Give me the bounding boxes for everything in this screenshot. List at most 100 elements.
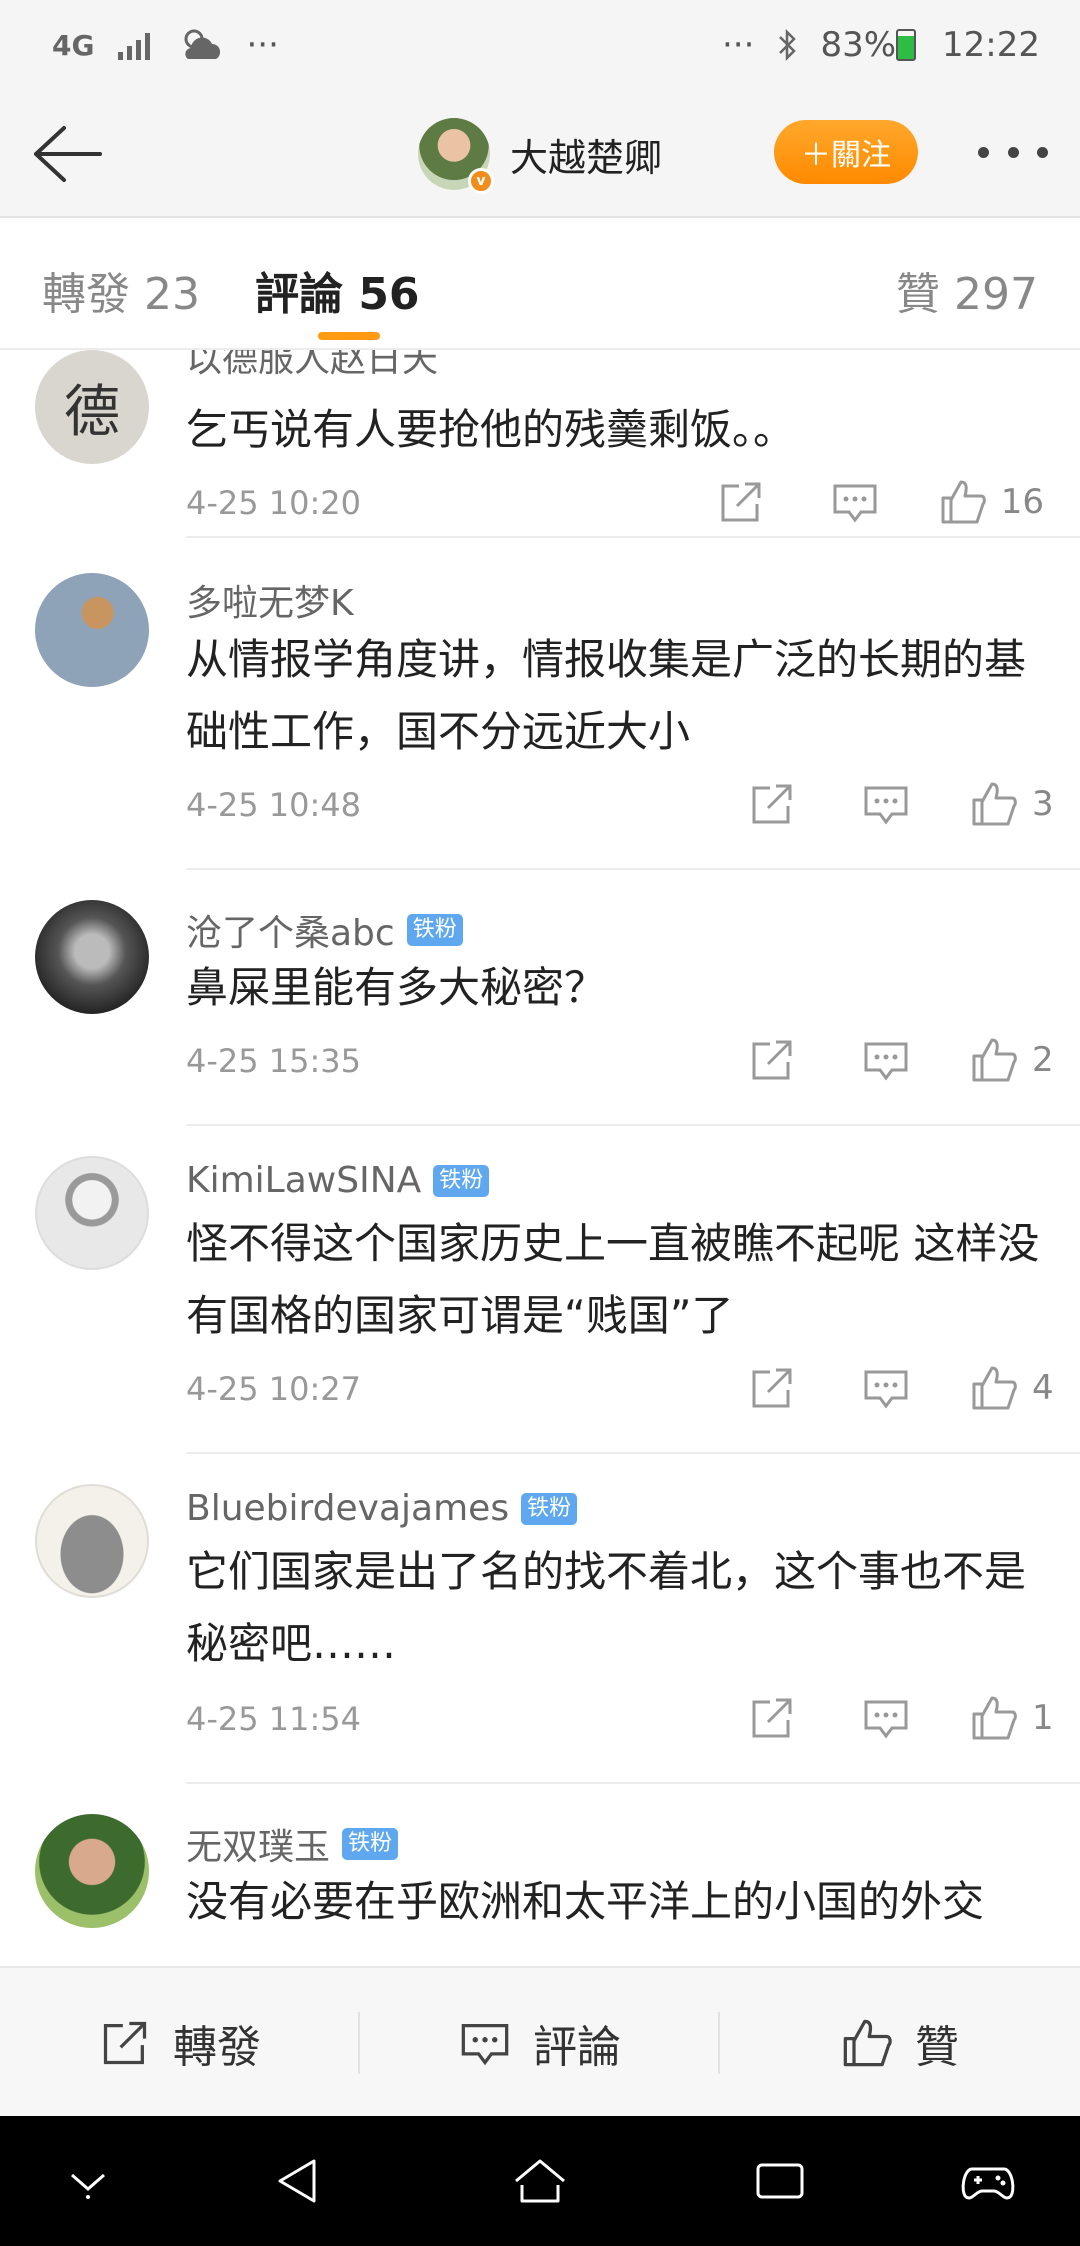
thumbs-up-icon [972,1696,1017,1740]
comment-author[interactable]: Bluebirdevajames 铁粉 [186,1488,578,1529]
repost-icon[interactable] [748,1364,796,1412]
like-button[interactable]: 16 [939,478,1044,526]
clock: 12:22 [942,25,1040,65]
comment-text: 乞丐说有人要抢他的残羹剩饭。。 [186,405,796,454]
status-right: ··· 83% 12:22 [722,25,1040,65]
comment-actions: 2 [682,1036,1056,1084]
tab-likes[interactable]: 贊 297 [896,258,1038,322]
recent-apps-icon[interactable] [750,2151,810,2211]
comment-text: 鼻屎里能有多大秘密？ [186,963,607,1012]
comment-avatar[interactable] [35,573,149,687]
like-count: 3 [1032,784,1054,824]
more-options-icon[interactable] [978,132,1048,172]
header-username[interactable]: 大越楚卿 [510,127,662,182]
comment-avatar[interactable] [35,900,149,1014]
like-button[interactable]: 4 [970,1364,1056,1412]
comment-avatar[interactable] [35,1156,149,1270]
fan-badge: 铁粉 [433,1164,490,1197]
comment-author[interactable]: KimiLawSINA 铁粉 [186,1160,490,1201]
comment-time: 4-25 10:27 [186,1370,362,1408]
like-count: 16 [1000,482,1044,522]
fan-badge: 铁粉 [406,914,463,946]
verified-icon: v [468,168,494,194]
comment-time: 4-25 10:20 [186,484,362,522]
thumbs-up-icon [972,782,1017,826]
bottom-action-bar: 轉發 評論 贊 [0,1966,1080,2116]
active-tab-indicator [318,332,380,340]
battery-indicator: 83% [820,25,920,65]
reply-icon[interactable] [831,478,879,526]
comment-author[interactable]: 多啦无梦K [186,574,354,626]
comment-divider [186,536,1080,538]
like-count: 1 [1032,1698,1054,1738]
thumbs-up-icon [972,1038,1017,1082]
like-count: 2 [1032,1040,1054,1080]
signal-icon [118,33,151,60]
comment-item: Bluebirdevajames 铁粉 它们国家是出了名的找不着北，这个事也不是… [0,1454,1080,1784]
like-button[interactable]: 3 [970,780,1056,828]
comment-text: 它们国家是出了名的找不着北，这个事也不是秘密吧…… [186,1547,1027,1668]
like-button[interactable]: 2 [970,1036,1056,1084]
follow-button[interactable]: ＋關注 [774,120,918,184]
repost-button[interactable]: 轉發 [0,1968,360,2118]
back-icon[interactable] [270,2151,330,2211]
like-button[interactable]: 1 [970,1694,1056,1742]
comment-avatar[interactable] [35,1814,149,1928]
status-bar: 4G ··· ··· 83% 12:22 [0,0,1080,90]
comment-author[interactable]: 以德服人赵日天 [186,350,438,382]
comment-avatar[interactable]: 德 [35,350,149,464]
repost-icon[interactable] [748,1036,796,1084]
back-arrow-icon[interactable] [28,122,104,186]
fan-badge: 铁粉 [521,1492,578,1525]
reply-icon[interactable] [862,780,910,828]
author-name[interactable]: KimiLawSINA [186,1160,421,1201]
repost-icon[interactable] [717,478,765,526]
comment-actions: 4 [682,1364,1056,1412]
tab-reposts[interactable]: 轉發 23 [42,258,200,322]
comment-button[interactable]: 評論 [360,1968,720,2118]
repost-icon[interactable] [748,1694,796,1742]
author-name[interactable]: 沧了个桑abc [186,904,395,956]
author-name[interactable]: 无双璞玉 [186,1818,330,1870]
comment-time: 4-25 15:35 [186,1042,362,1080]
comment-item: 沧了个桑abc 铁粉 鼻屎里能有多大秘密？ 4-25 15:35 2 [0,870,1080,1126]
author-name[interactable]: 多啦无梦K [186,574,354,626]
comment-time: 4-25 10:48 [186,786,362,824]
author-name[interactable]: Bluebirdevajames [186,1488,509,1529]
author-name[interactable]: 以德服人赵日天 [186,350,438,382]
comment-author[interactable]: 沧了个桑abc 铁粉 [186,904,463,956]
comment-actions: 1 [682,1694,1056,1742]
comment-time: 4-25 11:54 [186,1700,362,1738]
repost-icon[interactable] [748,780,796,828]
repost-label: 轉發 [173,2022,261,2073]
status-more: ··· [722,25,755,65]
chevron-down-icon[interactable] [58,2151,118,2211]
like-button[interactable]: 贊 [720,1968,1080,2118]
comment-actions: 16 [651,478,1044,526]
top-header: v 大越楚卿 ＋關注 [0,90,1080,218]
thumbs-up-icon [972,1366,1017,1410]
reply-icon[interactable] [862,1694,910,1742]
comment-author[interactable]: 无双璞玉 铁粉 [186,1818,399,1870]
home-icon[interactable] [510,2151,570,2211]
reply-icon[interactable] [862,1036,910,1084]
thumbs-up-icon [843,2019,892,2067]
header-user[interactable]: v 大越楚卿 [418,116,662,194]
comment-list[interactable]: 德 以德服人赵日天 乞丐说有人要抢他的残羹剩饭。。 4-25 10:20 16 … [0,350,1080,1966]
comment-label: 評論 [533,2022,621,2073]
comment-item: KimiLawSINA 铁粉 怪不得这个国家历史上一直被瞧不起呢 这样没有国格的… [0,1126,1080,1454]
comment-icon [461,2024,509,2066]
comment-text: 没有必要在乎欧洲和太平洋上的小国的外交 [186,1877,985,1926]
fan-badge: 铁粉 [342,1828,399,1860]
game-controller-icon[interactable] [958,2151,1018,2211]
repost-icon [103,2021,147,2065]
like-label: 贊 [915,2022,959,2073]
comment-avatar[interactable] [35,1484,149,1598]
tab-comments[interactable]: 評論 56 [255,258,420,322]
network-indicator: 4G [52,28,95,62]
battery-icon [896,29,917,61]
header-avatar[interactable]: v [418,118,494,194]
weibo-comments-page: 4G ··· ··· 83% 12:22 v 大越楚卿 ＋關注 轉發 23 評論… [0,0,1080,2246]
reply-icon[interactable] [862,1364,910,1412]
tab-bar: 轉發 23 評論 56 贊 297 [0,218,1080,350]
